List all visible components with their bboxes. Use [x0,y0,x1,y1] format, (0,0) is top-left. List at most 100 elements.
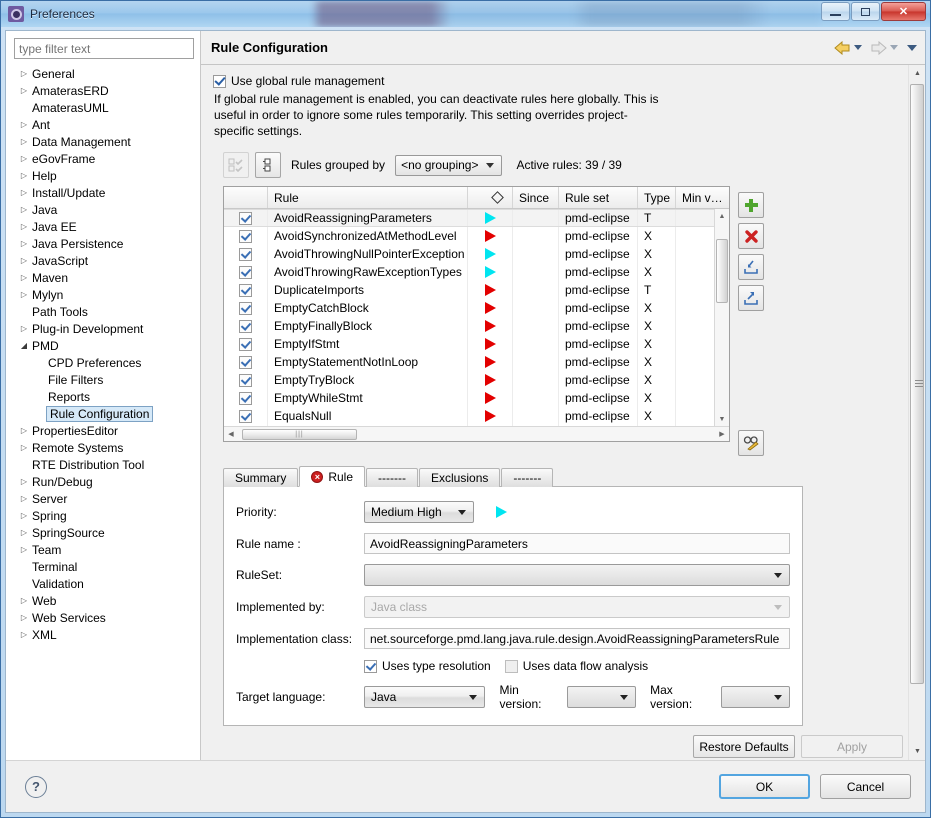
table-row[interactable]: EmptyCatchBlockpmd-eclipseX [224,299,729,317]
close-button[interactable]: ✕ [881,2,926,21]
export-rules-button[interactable] [738,285,764,311]
scroll-thumb-vertical[interactable] [716,239,728,303]
sidebar-item-javascript[interactable]: ▷JavaScript [8,252,200,269]
priority-select[interactable]: Medium High [364,501,474,523]
sidebar-item-rte-distribution-tool[interactable]: RTE Distribution Tool [8,456,200,473]
grouping-select[interactable]: <no grouping> [395,155,502,176]
rules-table-header[interactable]: RuleSinceRule setTypeMin v… [224,187,729,209]
rule-enabled-checkbox[interactable] [224,407,268,425]
sidebar-item-java[interactable]: ▷Java [8,201,200,218]
sidebar-item-springsource[interactable]: ▷SpringSource [8,524,200,541]
sidebar-item-plug-in-development[interactable]: ▷Plug-in Development [8,320,200,337]
table-row[interactable]: EmptyStatementNotInLooppmd-eclipseX [224,353,729,371]
sidebar-item-propertieseditor[interactable]: ▷PropertiesEditor [8,422,200,439]
sidebar-item-web-services[interactable]: ▷Web Services [8,609,200,626]
chevron-right-icon[interactable]: ▷ [18,184,30,201]
chevron-right-icon[interactable]: ▷ [18,252,30,269]
scroll-up-icon[interactable]: ▲ [715,209,729,223]
sidebar-item-team[interactable]: ▷Team [8,541,200,558]
sidebar-item-java-persistence[interactable]: ▷Java Persistence [8,235,200,252]
chevron-right-icon[interactable]: ▷ [18,201,30,218]
chevron-right-icon[interactable]: ▷ [18,235,30,252]
table-row[interactable]: AvoidThrowingRawExceptionTypespmd-eclips… [224,263,729,281]
title-bar[interactable]: Preferences ✕ [1,1,930,27]
column-header-min-v[interactable]: Min v… [676,187,730,208]
chevron-right-icon[interactable]: ▷ [18,133,30,150]
group-layout-icon[interactable] [255,152,281,178]
table-row[interactable]: EmptyTryBlockpmd-eclipseX [224,371,729,389]
rule-enabled-checkbox[interactable] [224,227,268,245]
tab-[interactable]: ------- [366,468,418,487]
table-row[interactable]: AvoidReassigningParameterspmd-eclipseT [224,209,729,227]
table-row[interactable]: EmptyIfStmtpmd-eclipseX [224,335,729,353]
preferences-tree[interactable]: ▷General▷AmaterasERDAmaterasUML▷Ant▷Data… [6,65,200,760]
rule-enabled-checkbox[interactable] [224,335,268,353]
sidebar-item-ant[interactable]: ▷Ant [8,116,200,133]
table-row[interactable]: AvoidSynchronizedAtMethodLevelpmd-eclips… [224,227,729,245]
sidebar-item-xml[interactable]: ▷XML [8,626,200,643]
sidebar-item-reports[interactable]: Reports [8,388,200,405]
use-global-rule-management-row[interactable]: Use global rule management [213,74,925,88]
apply-button[interactable]: Apply [801,735,903,758]
sidebar-item-egovframe[interactable]: ▷eGovFrame [8,150,200,167]
sidebar-item-web[interactable]: ▷Web [8,592,200,609]
chevron-right-icon[interactable]: ▷ [18,507,30,524]
chevron-right-icon[interactable]: ▷ [18,167,30,184]
rule-enabled-checkbox[interactable] [224,299,268,317]
chevron-right-icon[interactable]: ▷ [18,541,30,558]
sidebar-item-maven[interactable]: ▷Maven [8,269,200,286]
column-header-since[interactable]: Since [513,187,559,208]
sidebar-item-install-update[interactable]: ▷Install/Update [8,184,200,201]
table-row[interactable]: AvoidThrowingNullPointerExceptionpmd-ecl… [224,245,729,263]
cancel-button[interactable]: Cancel [820,774,911,799]
sidebar-item-server[interactable]: ▷Server [8,490,200,507]
minimize-button[interactable] [821,2,850,21]
sidebar-item-pmd[interactable]: ◢PMD [8,337,200,354]
rules-table-horizontal-scrollbar[interactable]: ◀ ||| ▶ [224,426,729,441]
sidebar-item-java-ee[interactable]: ▷Java EE [8,218,200,235]
rule-enabled-checkbox[interactable] [224,317,268,335]
column-header-rule[interactable]: Rule [268,187,468,208]
check-all-icon[interactable] [223,152,249,178]
rules-table-body[interactable]: AvoidReassigningParameterspmd-eclipseTAv… [224,209,729,441]
use-global-rule-management-checkbox[interactable] [213,75,226,88]
target-language-select[interactable]: Java [364,686,485,708]
page-menu-icon[interactable] [907,45,917,51]
tab-rule[interactable]: ×Rule [299,466,365,487]
chevron-right-icon[interactable]: ▷ [18,286,30,303]
column-header-checkbox[interactable] [224,187,268,208]
rules-table-vertical-scrollbar[interactable]: ▲ ▼ [714,209,729,426]
min-version-select[interactable] [567,686,636,708]
implementation-class-field[interactable]: net.sourceforge.pmd.lang.java.rule.desig… [364,628,790,649]
sidebar-item-mylyn[interactable]: ▷Mylyn [8,286,200,303]
chevron-right-icon[interactable]: ▷ [18,116,30,133]
rule-enabled-checkbox[interactable] [224,281,268,299]
table-row[interactable]: EmptyFinallyBlockpmd-eclipseX [224,317,729,335]
edit-rule-button[interactable] [738,430,764,456]
column-header-type[interactable]: Type [638,187,676,208]
scroll-right-icon[interactable]: ▶ [715,430,729,438]
rule-enabled-checkbox[interactable] [224,245,268,263]
scroll-down-icon[interactable]: ▼ [909,743,925,760]
forward-button[interactable] [870,41,887,55]
tab-summary[interactable]: Summary [223,468,298,487]
ruleset-select[interactable] [364,564,790,586]
sidebar-item-help[interactable]: ▷Help [8,167,200,184]
page-vertical-scrollbar[interactable]: ▲ ▼ [908,65,925,760]
sidebar-item-path-tools[interactable]: Path Tools [8,303,200,320]
import-rules-button[interactable] [738,254,764,280]
forward-dropdown-icon[interactable] [890,45,898,50]
ok-button[interactable]: OK [719,774,810,799]
sidebar-item-amateraserd[interactable]: ▷AmaterasERD [8,82,200,99]
search-input[interactable] [14,38,194,59]
scroll-up-icon[interactable]: ▲ [909,65,925,82]
sidebar-item-run-debug[interactable]: ▷Run/Debug [8,473,200,490]
rule-enabled-checkbox[interactable] [224,263,268,281]
scroll-left-icon[interactable]: ◀ [224,430,238,438]
chevron-right-icon[interactable]: ▷ [18,490,30,507]
remove-rule-button[interactable] [738,223,764,249]
chevron-right-icon[interactable]: ▷ [18,626,30,643]
sidebar-item-validation[interactable]: Validation [8,575,200,592]
sidebar-item-remote-systems[interactable]: ▷Remote Systems [8,439,200,456]
chevron-right-icon[interactable]: ▷ [18,422,30,439]
